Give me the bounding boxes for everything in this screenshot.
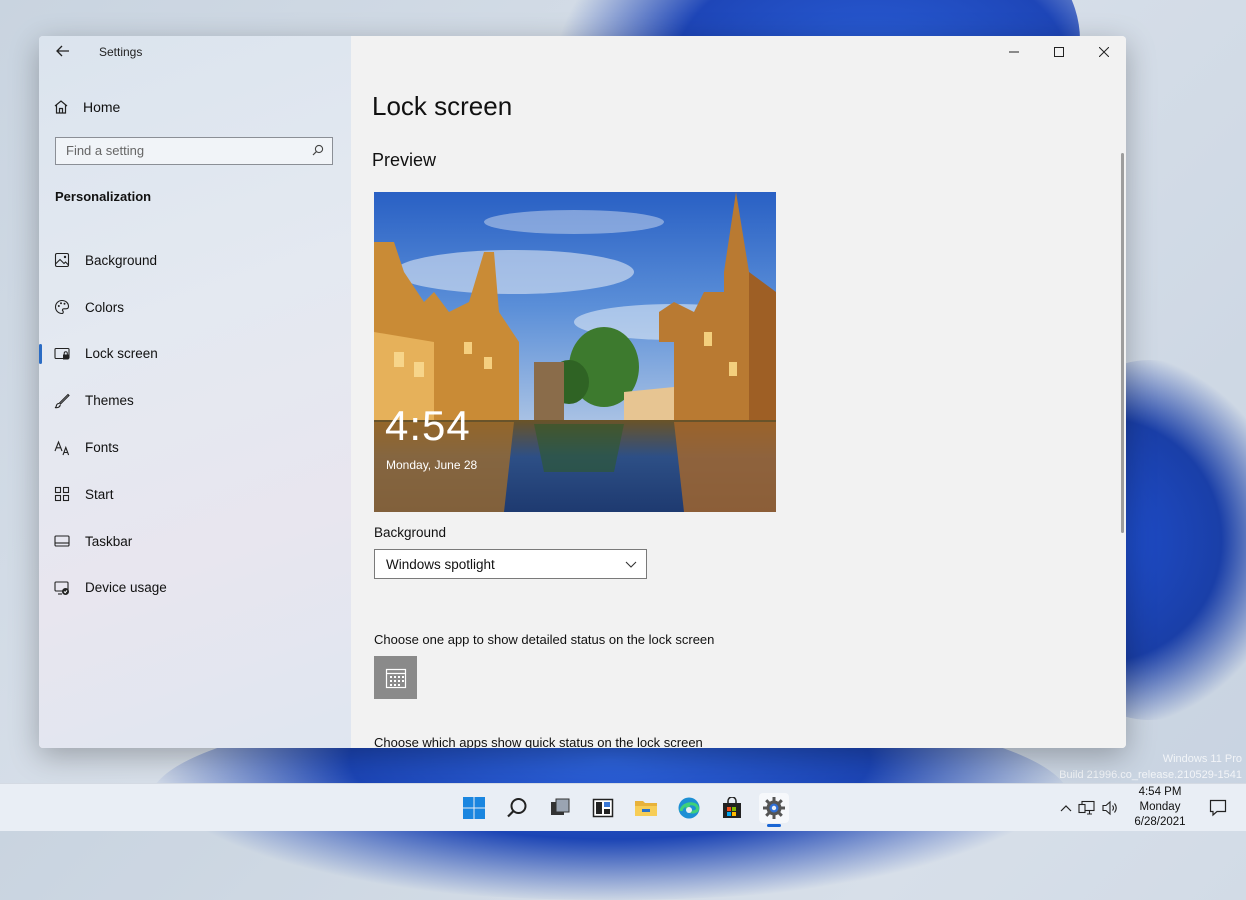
preview-date: Monday, June 28	[386, 458, 478, 472]
sidebar-item-label: Background	[85, 252, 158, 268]
search-box[interactable]	[55, 137, 333, 165]
network-button[interactable]	[1075, 798, 1099, 818]
store-button[interactable]	[717, 793, 747, 823]
sidebar-item-lock-screen[interactable]: Lock screen	[39, 331, 351, 378]
task-view-button[interactable]	[545, 793, 575, 823]
sidebar-item-home[interactable]: Home	[53, 94, 120, 120]
minimize-button[interactable]	[991, 36, 1036, 68]
sidebar-item-device-usage[interactable]: Device usage	[39, 565, 351, 612]
sidebar-item-label: Fonts	[85, 440, 119, 456]
app-title: Settings	[99, 45, 143, 59]
sidebar-home-label: Home	[83, 99, 121, 115]
settings-icon	[763, 797, 785, 819]
settings-window: Settings Home Personalization Background…	[39, 36, 1126, 748]
sidebar-item-label: Themes	[85, 393, 134, 409]
notification-icon	[1209, 799, 1227, 817]
window-controls	[991, 36, 1126, 68]
sidebar-item-label: Colors	[85, 299, 125, 315]
maximize-icon	[1053, 47, 1064, 57]
calendar-icon	[385, 668, 406, 688]
start-button[interactable]	[459, 793, 489, 823]
tray-time: 4:54 PM	[1138, 786, 1182, 798]
quick-status-label: Choose which apps show quick status on t…	[374, 735, 703, 748]
main-content: Lock screen Preview 4:54 Monday, June 28…	[351, 36, 1126, 748]
lock-screen-icon	[54, 347, 70, 360]
edge-icon	[678, 797, 700, 819]
back-button[interactable]	[53, 42, 73, 62]
sidebar: Settings Home Personalization Background…	[39, 36, 351, 748]
volume-button[interactable]	[1099, 798, 1123, 818]
search-input[interactable]	[56, 138, 306, 162]
search-icon	[312, 144, 324, 156]
sidebar-item-start[interactable]: Start	[39, 471, 351, 518]
lock-screen-preview: 4:54 Monday, June 28	[374, 192, 776, 512]
section-heading: Personalization	[55, 189, 152, 204]
notifications-button[interactable]	[1203, 793, 1233, 823]
task-view-icon	[551, 798, 570, 815]
store-icon	[723, 797, 741, 818]
sidebar-nav: Background Colors Lock screen Themes Fon…	[39, 237, 351, 611]
chevron-up-icon	[1060, 804, 1072, 811]
taskbar: 4:54 PM Monday 6/28/2021	[0, 783, 1246, 831]
image-icon	[54, 253, 70, 268]
back-arrow-icon	[56, 45, 69, 57]
maximize-button[interactable]	[1036, 36, 1081, 68]
sidebar-item-taskbar[interactable]: Taskbar	[39, 518, 351, 565]
scrollbar[interactable]	[1121, 153, 1124, 533]
background-label: Background	[374, 525, 447, 540]
preview-heading: Preview	[372, 150, 437, 170]
taskbar-clock[interactable]: 4:54 PM Monday 6/28/2021	[1126, 784, 1194, 831]
minimize-icon	[1008, 51, 1019, 53]
taskbar-icon	[54, 535, 70, 547]
device-usage-icon	[54, 581, 69, 595]
brush-icon	[54, 393, 70, 409]
search-icon	[507, 798, 527, 818]
sidebar-item-label: Start	[85, 486, 114, 502]
detailed-status-app-button[interactable]	[374, 656, 417, 699]
sidebar-item-label: Lock screen	[85, 346, 158, 362]
background-dropdown-value: Windows spotlight	[386, 556, 495, 572]
show-hidden-icons-button[interactable]	[1057, 798, 1075, 818]
sidebar-item-themes[interactable]: Themes	[39, 377, 351, 424]
file-explorer-button[interactable]	[631, 793, 661, 823]
start-icon	[463, 797, 485, 819]
watermark-edition: Windows 11 Pro	[1162, 753, 1242, 765]
widgets-icon	[592, 798, 614, 818]
close-button[interactable]	[1081, 36, 1126, 68]
home-icon	[54, 100, 68, 114]
watermark-build: Build 21996.co_release.210529-1541	[1059, 769, 1242, 781]
windows-watermark: Windows 11 Pro Build 21996.co_release.21…	[1059, 751, 1242, 783]
system-tray	[1057, 784, 1123, 831]
sidebar-item-label: Device usage	[85, 580, 167, 596]
sidebar-item-label: Taskbar	[85, 533, 133, 549]
widgets-button[interactable]	[588, 793, 618, 823]
taskbar-search-button[interactable]	[502, 793, 532, 823]
edge-button[interactable]	[674, 793, 704, 823]
preview-time: 4:54	[385, 402, 471, 449]
settings-taskbar-button[interactable]	[759, 793, 789, 823]
sidebar-item-colors[interactable]: Colors	[39, 284, 351, 331]
font-icon	[54, 440, 70, 455]
detailed-status-label: Choose one app to show detailed status o…	[374, 632, 715, 647]
background-dropdown[interactable]: Windows spotlight	[374, 549, 647, 579]
tray-day: Monday	[1139, 801, 1181, 813]
file-explorer-icon	[635, 801, 657, 816]
chevron-down-icon	[625, 561, 637, 568]
palette-icon	[54, 300, 70, 315]
volume-icon	[1102, 800, 1117, 815]
start-grid-icon	[54, 487, 70, 502]
network-icon	[1078, 800, 1095, 815]
page-title: Lock screen	[372, 91, 513, 121]
tray-date: 6/28/2021	[1134, 816, 1186, 828]
active-app-indicator	[767, 824, 781, 827]
close-icon	[1098, 47, 1109, 57]
sidebar-item-fonts[interactable]: Fonts	[39, 424, 351, 471]
sidebar-item-background[interactable]: Background	[39, 237, 351, 284]
